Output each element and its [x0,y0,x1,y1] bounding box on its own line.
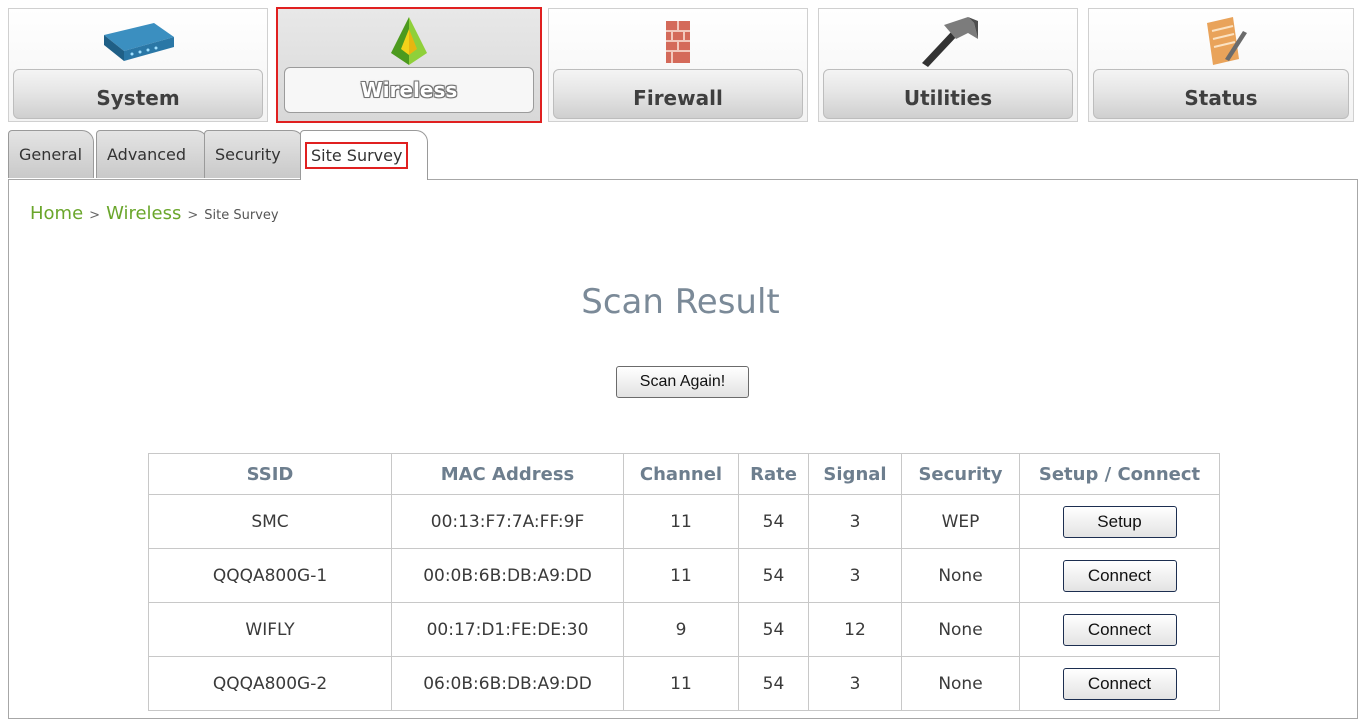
breadcrumb-wireless[interactable]: Wireless [106,203,181,224]
breadcrumb-current: Site Survey [204,208,279,223]
cell-action: Setup [1019,494,1220,549]
brick-wall-icon [666,21,690,63]
nav-firewall-label: Firewall [553,69,803,119]
scan-again-button[interactable]: Scan Again! [616,366,749,398]
router-icon [104,23,174,61]
cell-signal: 3 [808,494,902,549]
tab-advanced[interactable]: Advanced [96,130,208,178]
table-row: QQQA800G-2 06:0B:6B:DB:A9:DD 11 54 3 Non… [148,656,1220,711]
cell-mac: 06:0B:6B:DB:A9:DD [391,656,624,711]
cell-channel: 11 [623,494,739,549]
cell-security: WEP [901,494,1020,549]
notepad-pencil-icon [1207,17,1247,65]
header-signal: Signal [808,453,902,495]
cell-channel: 11 [623,656,739,711]
cell-rate: 54 [738,656,809,711]
cell-channel: 9 [623,602,739,657]
nav-utilities[interactable]: Utilities [818,8,1078,122]
connect-button[interactable]: Connect [1062,667,1177,700]
table-header-row: SSID MAC Address Channel Rate Signal Sec… [148,453,1220,495]
cell-channel: 11 [623,548,739,603]
tab-advanced-label: Advanced [107,145,187,164]
top-navigation: System Wireless Firewall Utilities Statu… [0,0,1361,126]
scan-results-table: SSID MAC Address Channel Rate Signal Sec… [148,453,1220,711]
table-row: WIFLY 00:17:D1:FE:DE:30 9 54 12 None Con… [148,602,1220,657]
nav-system[interactable]: System [8,8,268,122]
cell-ssid: QQQA800G-2 [148,656,392,711]
cell-signal: 12 [808,602,902,657]
nav-wireless-label: Wireless [284,67,534,113]
tab-general-label: General [19,145,83,164]
page-title: Scan Result [581,282,780,322]
nav-status[interactable]: Status [1088,8,1354,122]
cell-action: Connect [1019,602,1220,657]
table-row: SMC 00:13:F7:7A:FF:9F 11 54 3 WEP Setup [148,494,1220,549]
cell-mac: 00:0B:6B:DB:A9:DD [391,548,624,603]
header-setup-connect: Setup / Connect [1019,453,1220,495]
tab-site-survey-label: Site Survey [305,142,409,169]
nav-status-label: Status [1093,69,1349,119]
hammer-icon [922,17,978,67]
cell-rate: 54 [738,494,809,549]
nav-utilities-label: Utilities [823,69,1073,119]
header-security: Security [901,453,1020,495]
cell-ssid: QQQA800G-1 [148,548,392,603]
cell-rate: 54 [738,602,809,657]
header-rate: Rate [738,453,809,495]
cell-security: None [901,656,1020,711]
connect-button[interactable]: Connect [1062,613,1177,646]
cell-ssid: WIFLY [148,602,392,657]
tab-security[interactable]: Security [204,130,304,178]
connect-button[interactable]: Connect [1062,559,1177,592]
cell-security: None [901,548,1020,603]
cell-mac: 00:17:D1:FE:DE:30 [391,602,624,657]
sub-tabs: General Advanced Security Site Survey [8,130,1358,180]
header-channel: Channel [623,453,739,495]
tab-site-survey[interactable]: Site Survey [300,130,428,180]
cell-security: None [901,602,1020,657]
nav-system-label: System [13,69,263,119]
header-mac-address: MAC Address [391,453,624,495]
cell-action: Connect [1019,656,1220,711]
cell-rate: 54 [738,548,809,603]
cell-signal: 3 [808,656,902,711]
tab-general[interactable]: General [8,130,94,178]
breadcrumb-separator: > [89,208,101,223]
setup-button[interactable]: Setup [1062,505,1177,538]
antenna-pyramid-icon [391,17,427,65]
nav-wireless[interactable]: Wireless [276,7,542,123]
cell-ssid: SMC [148,494,392,549]
breadcrumb: Home > Wireless > Site Survey [30,203,279,224]
breadcrumb-separator: > [187,208,199,223]
breadcrumb-home[interactable]: Home [30,203,83,224]
cell-action: Connect [1019,548,1220,603]
cell-signal: 3 [808,548,902,603]
header-ssid: SSID [148,453,392,495]
cell-mac: 00:13:F7:7A:FF:9F [391,494,624,549]
tab-security-label: Security [215,145,281,164]
table-row: QQQA800G-1 00:0B:6B:DB:A9:DD 11 54 3 Non… [148,548,1220,603]
nav-firewall[interactable]: Firewall [548,8,808,122]
